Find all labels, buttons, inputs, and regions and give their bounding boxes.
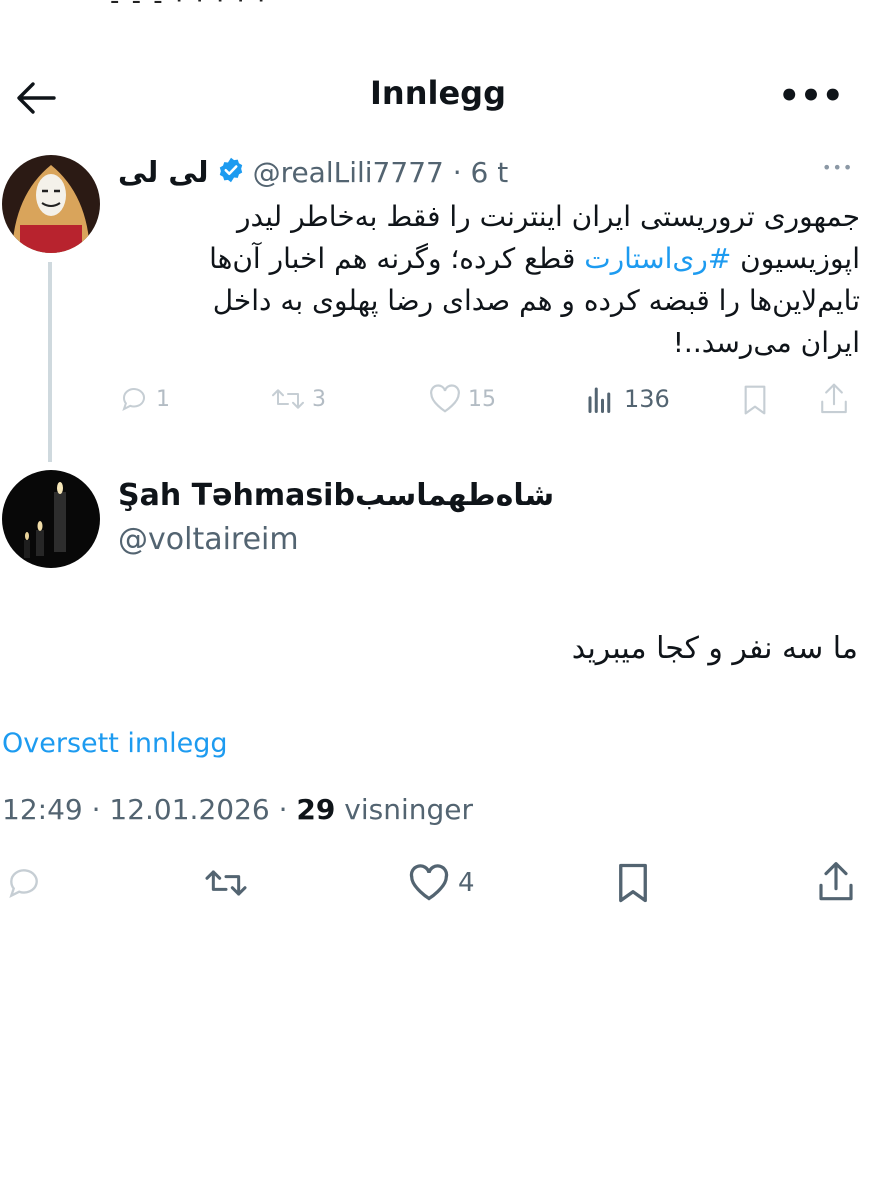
tweet-text-line: اپوزیسیون #ری‌استارت قطع کرده؛ وگرنه هم … (118, 238, 860, 280)
reply-icon (122, 388, 145, 411)
tweet-text-part: قطع کرده؛ وگرنه هم اخبار آن‌ها (209, 242, 585, 275)
tweet-more-button[interactable]: ••• (822, 158, 862, 177)
post-timestamp: 12:49 · 12.01.2026 · (2, 793, 297, 826)
translate-post-link[interactable]: Oversett innlegg (2, 728, 228, 759)
author-handle-time[interactable]: @realLili7777 · 6 t (253, 156, 509, 189)
page-title: Innlegg (370, 74, 506, 112)
reply-tweet-actions: 4 (0, 860, 876, 910)
like-button[interactable]: 15 (428, 384, 496, 414)
status-bar-fragment: - - - · · · · · ̄ (110, 0, 278, 16)
views-button[interactable]: 136 (584, 384, 670, 414)
like-count: 4 (458, 868, 475, 898)
verified-badge-icon (217, 156, 245, 188)
reply-author-handle[interactable]: @voltaireim (118, 522, 299, 557)
heart-icon (430, 384, 460, 413)
parent-tweet-actions: 1 3 15 136 (118, 380, 858, 420)
reply-text: ما سه نفر و کجا میبرید (571, 631, 858, 666)
avatar[interactable] (2, 470, 100, 568)
analytics-icon (588, 387, 611, 413)
post-metadata: 12:49 · 12.01.2026 · 29 visninger (2, 793, 473, 826)
parent-tweet-header: لی لی @realLili7777 · 6 t (118, 152, 758, 192)
share-button[interactable] (816, 860, 856, 908)
reply-button[interactable]: 1 (118, 384, 170, 414)
share-icon (819, 862, 853, 901)
repost-button[interactable] (202, 864, 250, 906)
tweet-text-line: تایم‌لاین‌ها را قبضه کرده و هم صدای رضا … (212, 284, 860, 317)
reply-author-name[interactable]: Şah Təhmasibشاه‌طهماسب (118, 478, 554, 513)
repost-icon (272, 389, 304, 409)
author-name[interactable]: لی لی (118, 155, 209, 189)
bookmark-button[interactable] (740, 384, 770, 420)
avatar-image (2, 155, 100, 253)
tweet-text-line: جمهوری تروریستی ایران اینترنت را فقط به‌… (236, 200, 860, 233)
repost-count: 3 (312, 386, 326, 412)
view-count: 29 (296, 793, 336, 826)
thread-line (48, 262, 52, 462)
tweet-text: جمهوری تروریستی ایران اینترنت را فقط به‌… (118, 196, 860, 364)
reply-count: 1 (156, 386, 170, 412)
reply-icon (9, 869, 38, 899)
bookmark-icon (744, 385, 766, 415)
reply-button[interactable] (4, 864, 44, 906)
heart-icon (409, 864, 449, 901)
more-options-button[interactable]: ••• (776, 76, 846, 116)
repost-icon (205, 870, 247, 896)
tweet-text-line: ایران می‌رسد..! (672, 326, 860, 359)
views-label: visninger (335, 793, 474, 826)
top-header: Innlegg ••• (0, 60, 876, 132)
tweet-text-part: اپوزیسیون (731, 242, 860, 275)
hashtag-link[interactable]: #ری‌استارت (584, 242, 731, 275)
like-count: 15 (468, 386, 496, 412)
like-button[interactable]: 4 (408, 864, 475, 902)
bookmark-icon (619, 863, 647, 903)
repost-button[interactable]: 3 (270, 384, 326, 414)
share-icon (821, 383, 847, 414)
views-count: 136 (624, 385, 670, 413)
avatar[interactable] (2, 155, 100, 253)
avatar-image (2, 470, 100, 568)
bookmark-button[interactable] (614, 862, 652, 908)
share-button[interactable] (818, 382, 850, 420)
